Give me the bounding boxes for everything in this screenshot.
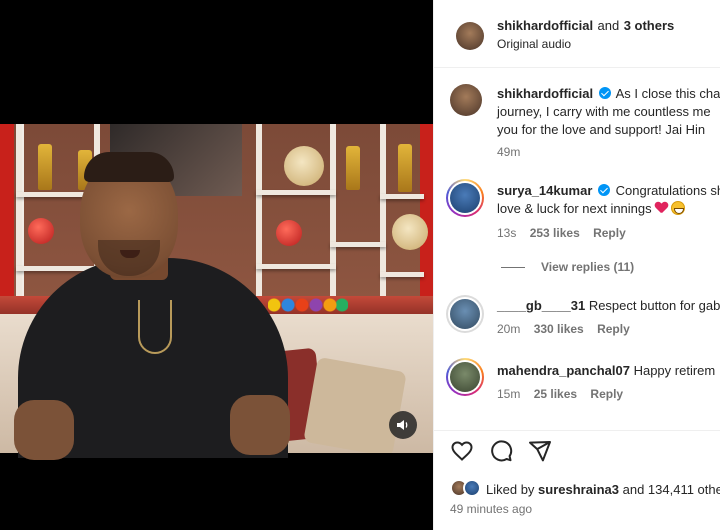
award-disc	[284, 146, 324, 186]
shelf	[256, 264, 336, 269]
caption-avatar[interactable]	[450, 84, 482, 116]
comment-1: surya_14kumar Congratulations sh love & …	[497, 182, 720, 218]
comment-likes[interactable]: 253 likes	[530, 226, 580, 240]
shelf	[256, 190, 336, 195]
person-arm	[14, 400, 74, 460]
caption: shikhardofficial As I close this cha jou…	[497, 85, 720, 139]
shelf-column	[330, 124, 336, 299]
share-button[interactable]	[528, 439, 552, 463]
trophy	[346, 146, 360, 190]
comment-meta: 13s 253 likes Reply	[497, 226, 626, 240]
liked-by-user[interactable]: sureshraina3	[538, 482, 619, 497]
comment-time[interactable]: 13s	[497, 226, 516, 240]
commenter-avatar	[450, 299, 480, 329]
share-icon	[529, 441, 551, 462]
person-hair	[84, 152, 174, 182]
trophy-ball	[28, 218, 54, 244]
reply-button[interactable]: Reply	[597, 322, 630, 336]
caption-time[interactable]: 49m	[497, 145, 520, 159]
shelf	[330, 242, 386, 247]
trophy	[398, 144, 412, 192]
caption-line-3: you for the love and support! Jai Hin	[497, 122, 706, 137]
comment-time[interactable]: 15m	[497, 387, 520, 401]
comment-avatar-ring[interactable]	[446, 179, 484, 217]
red-wall-left	[0, 124, 14, 299]
audio-link[interactable]: Original audio	[497, 37, 571, 51]
comment-2: ____gb____31 Respect button for gabb	[497, 298, 720, 313]
comment-meta: 15m 25 likes Reply	[497, 387, 623, 401]
header-collab-and: and	[597, 18, 620, 33]
post-timestamp[interactable]: 49 minutes ago	[450, 502, 532, 516]
pool-balls	[268, 298, 348, 312]
post-actions: Liked by sureshraina3 and 134,411 othe 4…	[434, 430, 720, 530]
comment-text-line-2: love & luck for next innings	[497, 201, 652, 216]
liked-by: Liked by sureshraina3 and 134,411 othe	[486, 482, 720, 497]
shelf	[380, 272, 424, 277]
reply-button[interactable]: Reply	[593, 226, 626, 240]
comment-text: Respect button for gabb	[588, 298, 720, 313]
reply-button[interactable]: Reply	[590, 387, 623, 401]
comment-3: mahendra_panchal07 Happy retirem	[497, 363, 715, 378]
comment-text: Happy retirem	[633, 363, 716, 378]
comment-text-line-1: Congratulations sh	[615, 183, 720, 198]
heart-icon	[451, 441, 473, 461]
header-username[interactable]: shikhardofficial	[497, 18, 593, 33]
shelf-column	[16, 124, 22, 299]
red-heart-icon	[655, 202, 668, 214]
mute-button[interactable]	[389, 411, 417, 439]
comment-avatar-ring[interactable]	[446, 358, 484, 396]
comment-username[interactable]: ____gb____31	[497, 298, 585, 313]
author-avatar[interactable]	[456, 22, 484, 50]
trophy-ball	[276, 220, 302, 246]
header-collab-others[interactable]: 3 others	[624, 18, 675, 33]
view-replies-line	[501, 267, 525, 269]
caption-line-2: journey, I carry with me countless me	[497, 104, 711, 119]
comment-icon	[491, 440, 513, 462]
comment-button[interactable]	[489, 439, 513, 463]
header-title: shikhardofficial and 3 others	[497, 17, 674, 35]
cushion	[303, 356, 407, 453]
video-player[interactable]	[0, 0, 433, 530]
person-arm	[230, 395, 290, 455]
caption-line-1: As I close this cha	[615, 86, 720, 101]
person-chain	[138, 300, 172, 354]
commenter-avatar	[450, 362, 480, 392]
verified-icon	[598, 87, 611, 99]
award-disc	[392, 214, 428, 250]
commenter-avatar	[450, 183, 480, 213]
post-side-panel: shikhardofficial and 3 others Original a…	[433, 0, 720, 530]
view-replies-label: View replies (11)	[541, 260, 635, 274]
speaker-icon	[397, 420, 408, 430]
liked-by-suffix[interactable]: and 134,411 othe	[623, 482, 720, 497]
view-replies-button[interactable]: View replies (11)	[501, 260, 634, 274]
liker-avatar[interactable]	[463, 479, 481, 497]
comment-username[interactable]: mahendra_panchal07	[497, 363, 630, 378]
trophy	[38, 144, 52, 190]
comment-avatar-ring[interactable]	[446, 295, 484, 333]
comment-likes[interactable]: 25 likes	[534, 387, 577, 401]
liked-by-prefix: Liked by	[486, 482, 535, 497]
grinning-face-icon	[670, 201, 685, 215]
post-header: shikhardofficial and 3 others Original a…	[434, 0, 720, 68]
verified-icon	[598, 184, 611, 196]
shelf	[380, 194, 424, 199]
comment-time[interactable]: 20m	[497, 322, 520, 336]
caption-username[interactable]: shikhardofficial	[497, 86, 593, 101]
comment-likes[interactable]: 330 likes	[534, 322, 584, 336]
like-button[interactable]	[450, 439, 474, 463]
shelf-column	[256, 124, 262, 299]
comment-username[interactable]: surya_14kumar	[497, 183, 592, 198]
comment-meta: 20m 330 likes Reply	[497, 322, 630, 336]
